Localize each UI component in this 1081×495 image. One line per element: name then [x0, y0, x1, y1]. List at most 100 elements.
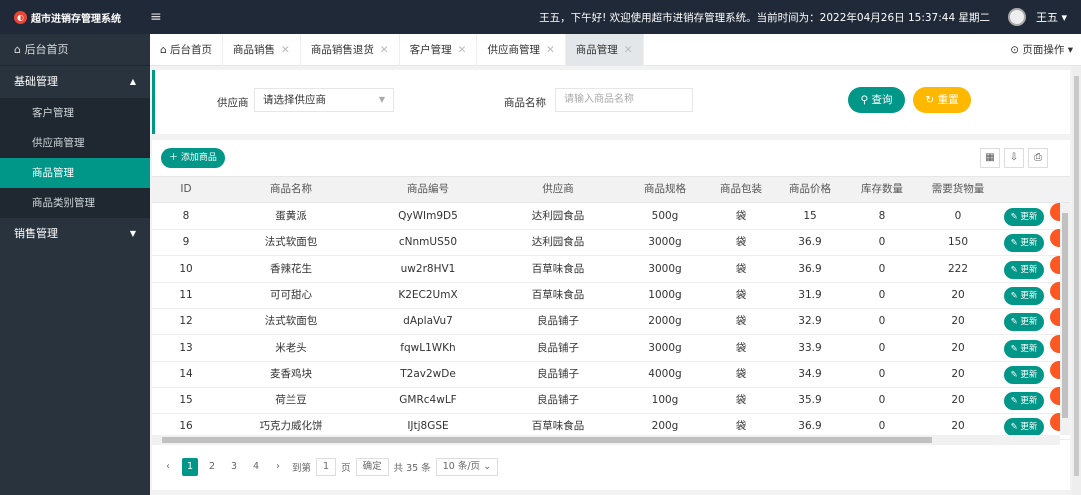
column-header[interactable]: ID	[152, 177, 220, 202]
page-size-select[interactable]: 10 条/页 ⌄	[435, 458, 499, 476]
scroll-thumb[interactable]	[1062, 213, 1068, 418]
table-cell: 12	[179, 315, 193, 328]
sidebar-item-supplier[interactable]: 供应商管理	[0, 128, 150, 158]
export-icon[interactable]: ⇩	[1004, 148, 1024, 168]
update-button[interactable]: ✎ 更新	[1004, 286, 1044, 305]
sidebar-item-goods-category[interactable]: 商品类别管理	[0, 188, 150, 218]
goto-page-input[interactable]: 1	[316, 458, 337, 476]
add-goods-button[interactable]: ＋ 添加商品	[161, 148, 225, 168]
user-menu[interactable]: 王五 ▾	[1036, 9, 1067, 25]
page-scrollbar[interactable]	[1072, 66, 1081, 495]
tab-customer[interactable]: 客户管理 ✕	[400, 33, 478, 66]
supplier-select[interactable]: 请选择供应商 ▼	[254, 88, 394, 112]
tab-label: 商品销售退货	[310, 43, 374, 56]
table-row[interactable]: 11 可可甜心 K2EC2UmX 百草味食品 1000g 袋 31.9 0 20 ✎ 更新	[152, 281, 1070, 309]
query-button[interactable]: ⚲ 查询	[848, 87, 905, 113]
table-cell: 良品铺子	[537, 341, 579, 354]
page-3[interactable]: 3	[226, 458, 242, 476]
caret-down-icon: ▼	[378, 95, 385, 104]
user-name: 王五	[1035, 11, 1058, 24]
home-icon: ⌂	[160, 43, 167, 56]
column-header[interactable]: 库存数量	[846, 177, 918, 202]
table-cell: 法式软面包	[264, 315, 318, 328]
column-header[interactable]: 商品名称	[220, 177, 362, 202]
tab-goods-sales[interactable]: 商品销售 ✕	[223, 33, 301, 66]
table-cell: 4000g	[648, 367, 682, 380]
table-cell: K2EC2UmX	[398, 288, 458, 301]
column-header[interactable]: 商品规格	[622, 177, 708, 202]
tab-supplier[interactable]: 供应商管理 ✕	[477, 33, 566, 66]
update-button[interactable]: ✎ 更新	[1004, 392, 1044, 411]
close-icon[interactable]: ✕	[458, 44, 467, 56]
table-cell: 15	[179, 394, 193, 407]
table-row[interactable]: 13 米老头 fqwL1WKh 良品铺子 3000g 袋 33.9 0 20 ✎ 更新	[152, 334, 1070, 362]
table-vertical-scrollbar[interactable]	[1060, 203, 1070, 435]
sidebar-item-goods[interactable]: 商品管理	[0, 158, 150, 188]
next-page-icon[interactable]: ›	[270, 458, 286, 476]
supplier-select-value: 请选择供应商	[263, 94, 326, 106]
reset-button[interactable]: ↻ 重置	[913, 87, 971, 113]
table-cell: 0	[954, 210, 962, 222]
sidebar-group-sales[interactable]: 销售管理 ▼	[0, 218, 150, 250]
sidebar-item-home[interactable]: ⌂ 后台首页	[0, 34, 150, 66]
columns-filter-icon[interactable]: ▦	[980, 148, 1000, 168]
update-button[interactable]: ✎ 更新	[1004, 365, 1044, 384]
goods-name-input[interactable]: 请输入商品名称	[555, 88, 693, 112]
table-horizontal-scrollbar[interactable]	[152, 435, 1060, 445]
page-4[interactable]: 4	[248, 458, 264, 476]
close-icon[interactable]: ✕	[281, 44, 290, 56]
close-icon[interactable]: ✕	[380, 44, 389, 56]
app-logo: ◐ 超市进销存管理系统	[0, 10, 150, 25]
scroll-thumb[interactable]	[162, 437, 932, 443]
page-operations-menu[interactable]: ⊙ 页面操作 ▾	[1010, 42, 1073, 57]
table-cell: 1000g	[648, 288, 682, 301]
update-button[interactable]: ✎ 更新	[1004, 208, 1044, 226]
table-row[interactable]: 15 荷兰豆 GMRc4wLF 良品铺子 100g 袋 35.9 0 20 ✎ 更新	[152, 387, 1070, 415]
table-cell: 9	[182, 236, 190, 249]
table-cell: 蛋黄派	[275, 210, 307, 222]
table-row[interactable]: 10 香辣花生 uw2r8HV1 百草味食品 3000g 袋 36.9 0 222 ✎ 更新	[152, 255, 1070, 283]
table-cell: 袋	[735, 262, 747, 275]
table-cell: 500g	[651, 210, 679, 222]
print-icon[interactable]: ⎙	[1028, 148, 1048, 168]
column-header[interactable]: 商品价格	[774, 177, 846, 202]
tab-goods[interactable]: 商品管理 ✕	[565, 33, 644, 66]
table-header: ID 商品名称 商品编号 供应商 商品规格 商品包装 商品价格 库存数量 需要货物量	[152, 176, 1070, 203]
table-cell: 33.9	[798, 341, 822, 354]
table-row[interactable]: 12 法式软面包 dAplaVu7 良品铺子 2000g 袋 32.9 0 20 ✎ 更新	[152, 308, 1070, 336]
chevron-down-icon: ▼	[129, 229, 136, 238]
column-header[interactable]: 商品包装	[708, 177, 774, 202]
goto-confirm-button[interactable]: 确定	[355, 458, 389, 476]
goods-table-card: ＋ 添加商品 ▦ ⇩ ⎙ ID 商品名称 商品编号 供应商 商品规格 商品包装 商品价格 库存…	[152, 140, 1070, 490]
table-row[interactable]: 8 蛋黄派 QyWIm9D5 达利园食品 500g 袋 15 8 0 ✎ 更新	[152, 203, 1070, 230]
page-2[interactable]: 2	[204, 458, 220, 476]
table-row[interactable]: 14 麦香鸡块 T2av2wDe 良品铺子 4000g 袋 34.9 0 20 ✎ 更新	[152, 360, 1070, 388]
update-button[interactable]: ✎ 更新	[1004, 418, 1044, 437]
column-header[interactable]: 供应商	[494, 177, 622, 202]
tab-home[interactable]: ⌂ 后台首页	[150, 33, 224, 66]
update-button[interactable]: ✎ 更新	[1004, 260, 1044, 279]
scroll-thumb[interactable]	[1074, 76, 1079, 476]
menu-toggle-icon[interactable]: ≡	[150, 9, 172, 25]
tab-goods-sales-return[interactable]: 商品销售退货 ✕	[301, 33, 400, 66]
welcome-text: 王五，下午好! 欢迎使用超市进销存管理系统。当前时间为：2022年04月26日 …	[539, 11, 990, 24]
table-cell: 香辣花生	[270, 262, 312, 275]
sidebar-group-basic[interactable]: 基础管理 ▲	[0, 66, 150, 98]
close-icon[interactable]: ✕	[624, 44, 633, 56]
table-row[interactable]: 9 法式软面包 cNnmUS50 达利园食品 3000g 袋 36.9 0 150 ✎ 更新	[152, 229, 1070, 257]
column-header[interactable]: 商品编号	[362, 177, 494, 202]
table-cell: 3000g	[648, 262, 682, 275]
update-button[interactable]: ✎ 更新	[1004, 234, 1044, 253]
page-1[interactable]: 1	[182, 458, 198, 476]
update-button[interactable]: ✎ 更新	[1004, 313, 1044, 332]
prev-page-icon[interactable]: ‹	[160, 458, 176, 476]
update-button[interactable]: ✎ 更新	[1004, 339, 1044, 358]
column-header[interactable]: 需要货物量	[918, 177, 998, 202]
avatar[interactable]	[1007, 8, 1026, 26]
sidebar-item-customer[interactable]: 客户管理	[0, 98, 150, 128]
goto-label: 到第	[292, 463, 312, 474]
table-cell: GMRc4wLF	[399, 394, 457, 407]
main-content: 供应商 请选择供应商 ▼ 商品名称 请输入商品名称 ⚲ 查询 ↻ 重置 ＋ 添加…	[150, 66, 1081, 495]
close-icon[interactable]: ✕	[546, 44, 555, 56]
table-cell: 2000g	[648, 315, 682, 328]
